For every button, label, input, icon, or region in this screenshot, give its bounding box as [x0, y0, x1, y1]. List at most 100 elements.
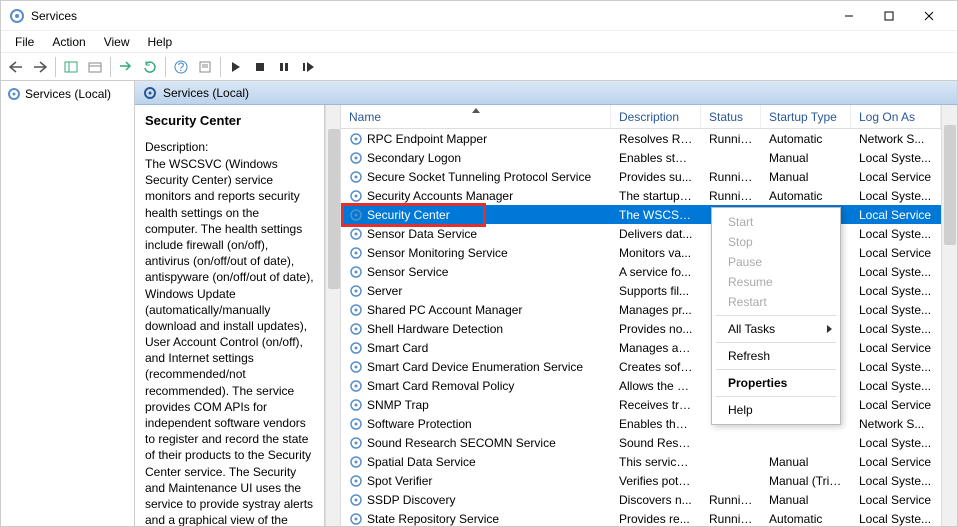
menubar: File Action View Help: [1, 31, 957, 53]
cell-description: Creates soft...: [611, 360, 701, 374]
menu-action[interactable]: Action: [44, 33, 93, 51]
ctx-restart[interactable]: Restart: [712, 292, 840, 312]
toolbar-separator: [110, 57, 111, 77]
titlebar: Services: [1, 1, 957, 31]
ctx-start[interactable]: Start: [712, 212, 840, 232]
cell-description: Provides no...: [611, 322, 701, 336]
cell-description: The WSCSV...: [611, 208, 701, 222]
table-row[interactable]: Secondary LogonEnables star...ManualLoca…: [341, 148, 941, 167]
stop-service-button[interactable]: [249, 56, 271, 78]
ctx-pause[interactable]: Pause: [712, 252, 840, 272]
table-row[interactable]: Security Accounts ManagerThe startup ...…: [341, 186, 941, 205]
export-list-button[interactable]: [115, 56, 137, 78]
table-header: Name Description Status Startup Type Log…: [341, 105, 941, 129]
cell-startup: Manual: [761, 493, 851, 507]
show-hide-tree-button[interactable]: [60, 56, 82, 78]
cell-status: Running: [701, 493, 761, 507]
table-row[interactable]: Spot VerifierVerifies pote...Manual (Tri…: [341, 471, 941, 490]
table-row[interactable]: Smart Card Removal PolicyAllows the s...…: [341, 376, 941, 395]
scroll-thumb[interactable]: [328, 129, 340, 289]
cell-description: Provides su...: [611, 170, 701, 184]
table-row[interactable]: Sensor ServiceA service fo...Local Syste…: [341, 262, 941, 281]
cell-logon: Local Syste...: [851, 379, 941, 393]
menu-view[interactable]: View: [96, 33, 138, 51]
gear-icon: [349, 284, 363, 298]
cell-logon: Local Syste...: [851, 284, 941, 298]
description-text: The WSCSVC (Windows Security Center) ser…: [145, 156, 314, 526]
forward-button[interactable]: [29, 56, 51, 78]
cell-name: Sensor Service: [341, 265, 611, 279]
cell-name: Sensor Monitoring Service: [341, 246, 611, 260]
cell-name: Sensor Data Service: [341, 227, 611, 241]
ctx-resume[interactable]: Resume: [712, 272, 840, 292]
table-row[interactable]: Secure Socket Tunneling Protocol Service…: [341, 167, 941, 186]
table-row[interactable]: State Repository ServiceProvides re...Ru…: [341, 509, 941, 526]
table-row[interactable]: Smart CardManages ac...Local Service: [341, 338, 941, 357]
gear-icon: [349, 493, 363, 507]
gear-icon: [349, 474, 363, 488]
col-status[interactable]: Status: [701, 105, 761, 128]
tree-services-local[interactable]: Services (Local): [3, 85, 132, 103]
pause-service-button[interactable]: [273, 56, 295, 78]
table-row[interactable]: RPC Endpoint MapperResolves RP...Running…: [341, 129, 941, 148]
cell-logon: Network S...: [851, 132, 941, 146]
properties-sheet-button[interactable]: [194, 56, 216, 78]
ctx-help[interactable]: Help: [712, 400, 840, 420]
ctx-properties[interactable]: Properties: [712, 373, 840, 393]
menu-help[interactable]: Help: [140, 33, 181, 51]
table-row[interactable]: SSDP DiscoveryDiscovers n...RunningManua…: [341, 490, 941, 509]
ctx-separator: [716, 396, 836, 397]
cell-logon: Local Syste...: [851, 474, 941, 488]
table-row[interactable]: Sensor Monitoring ServiceMonitors va...L…: [341, 243, 941, 262]
table-row[interactable]: Security CenterThe WSCSV...Local Service: [341, 205, 941, 224]
close-button[interactable]: [909, 2, 949, 30]
col-startup-type[interactable]: Startup Type: [761, 105, 851, 128]
cell-logon: Local Service: [851, 208, 941, 222]
col-description[interactable]: Description: [611, 105, 701, 128]
table-row[interactable]: ServerSupports fil...Local Syste...: [341, 281, 941, 300]
start-service-button[interactable]: [225, 56, 247, 78]
table-row[interactable]: SNMP TrapReceives tra...Local Service: [341, 395, 941, 414]
ctx-all-tasks[interactable]: All Tasks: [712, 319, 840, 339]
cell-name: Security Accounts Manager: [341, 189, 611, 203]
cell-startup: Manual (Trig...: [761, 474, 851, 488]
cell-name: Smart Card Device Enumeration Service: [341, 360, 611, 374]
table-row[interactable]: Software ProtectionEnables the ...Networ…: [341, 414, 941, 433]
menu-file[interactable]: File: [7, 33, 42, 51]
cell-description: Supports fil...: [611, 284, 701, 298]
table-row[interactable]: Sound Research SECOMN ServiceSound Rese.…: [341, 433, 941, 452]
cell-logon: Local Syste...: [851, 227, 941, 241]
cell-name: Spatial Data Service: [341, 455, 611, 469]
cell-logon: Local Service: [851, 455, 941, 469]
refresh-button[interactable]: [139, 56, 161, 78]
toolbar-separator: [220, 57, 221, 77]
col-name[interactable]: Name: [341, 105, 611, 128]
gear-icon: [349, 417, 363, 431]
minimize-button[interactable]: [829, 2, 869, 30]
properties-button[interactable]: [84, 56, 106, 78]
col-logon-as[interactable]: Log On As: [851, 105, 941, 128]
maximize-button[interactable]: [869, 2, 909, 30]
scroll-thumb[interactable]: [944, 125, 956, 245]
table-row[interactable]: Shell Hardware DetectionProvides no...Lo…: [341, 319, 941, 338]
pane-title: Services (Local): [163, 86, 249, 100]
table-row[interactable]: Sensor Data ServiceDelivers dat...Local …: [341, 224, 941, 243]
table-row[interactable]: Smart Card Device Enumeration ServiceCre…: [341, 357, 941, 376]
cell-name: State Repository Service: [341, 512, 611, 526]
back-button[interactable]: [5, 56, 27, 78]
gear-icon: [349, 189, 363, 203]
help-button[interactable]: ?: [170, 56, 192, 78]
cell-description: Manages pr...: [611, 303, 701, 317]
list-scrollbar[interactable]: [941, 105, 957, 526]
cell-startup: Automatic: [761, 132, 851, 146]
table-row[interactable]: Spatial Data ServiceThis service ...Manu…: [341, 452, 941, 471]
ctx-refresh[interactable]: Refresh: [712, 346, 840, 366]
cell-name: Software Protection: [341, 417, 611, 431]
table-row[interactable]: Shared PC Account ManagerManages pr...Lo…: [341, 300, 941, 319]
ctx-stop[interactable]: Stop: [712, 232, 840, 252]
cell-logon: Local Service: [851, 398, 941, 412]
desc-scrollbar[interactable]: [325, 105, 341, 526]
gear-icon: [349, 455, 363, 469]
restart-service-button[interactable]: [297, 56, 319, 78]
cell-name: RPC Endpoint Mapper: [341, 132, 611, 146]
